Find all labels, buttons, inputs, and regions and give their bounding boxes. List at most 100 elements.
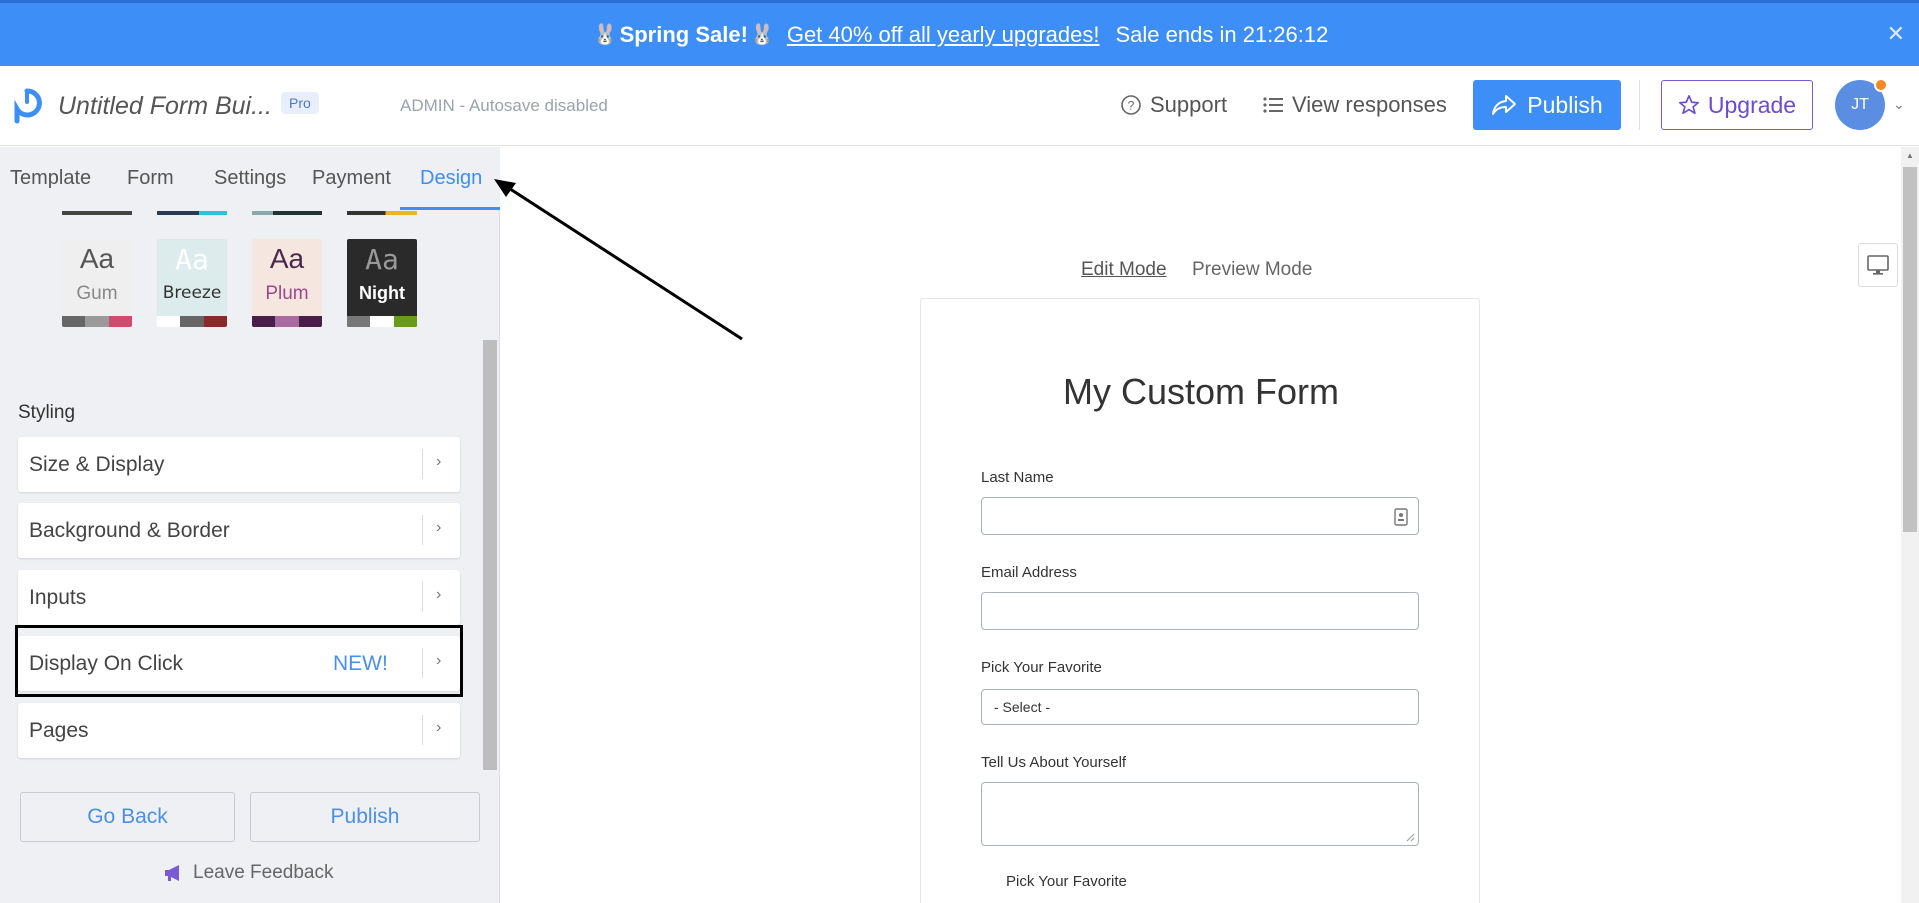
panel-scrollbar[interactable] [483, 340, 497, 770]
sale-upgrade-link[interactable]: Get 40% off all yearly upgrades! [787, 22, 1100, 48]
accordion-size-display[interactable]: Size & Display › [18, 437, 460, 492]
notification-dot [1874, 78, 1888, 92]
go-back-button[interactable]: Go Back [20, 792, 235, 842]
edit-mode-toggle[interactable]: Edit Mode [1081, 259, 1167, 281]
header-divider [1639, 80, 1640, 130]
form-heading[interactable]: My Custom Form [921, 371, 1481, 413]
theme-name: Breeze [162, 283, 222, 303]
theme-swatches [62, 316, 132, 327]
question-circle-icon: ? [1121, 95, 1141, 115]
list-icon [1263, 97, 1283, 113]
view-responses-label: View responses [1292, 92, 1447, 117]
chevron-right-icon: › [436, 453, 442, 470]
chevron-right-icon: › [436, 719, 442, 736]
field-label-favorite: Pick Your Favorite [981, 659, 1102, 676]
sale-countdown: Sale ends in 21:26:12 [1115, 21, 1329, 47]
app-header: Untitled Form Bui... Pro ADMIN - Autosav… [0, 66, 1919, 146]
megaphone-icon [165, 865, 179, 881]
publish-bottom-button[interactable]: Publish [250, 792, 480, 842]
styling-heading: Styling [18, 402, 76, 423]
chevron-right-icon: › [436, 586, 442, 603]
email-input[interactable] [981, 592, 1419, 630]
active-tab-indicator [400, 207, 500, 210]
theme-name: Gum [76, 283, 118, 304]
accordion-divider [422, 582, 423, 612]
builder-tabs: Template Form Settings Payment Design [0, 147, 500, 211]
tab-payment[interactable]: Payment [312, 167, 391, 190]
promo-banner: 🐰 Spring Sale! 🐰 Get 40% off all yearly … [0, 0, 1919, 66]
accordion-label: Size & Display [29, 452, 165, 476]
chevron-down-icon[interactable]: ⌄ [1893, 96, 1905, 113]
preview-mode-toggle[interactable]: Preview Mode [1192, 259, 1312, 281]
resize-grip-icon[interactable] [1405, 832, 1415, 842]
theme-swatches [252, 316, 322, 327]
annotation-highlight-box [15, 625, 463, 697]
field-label-about: Tell Us About Yourself [981, 754, 1127, 771]
field-label-email: Email Address [981, 564, 1077, 581]
theme-gallery: Aa Gum Aa Breeze Aa Plum Aa Night [0, 239, 500, 329]
theme-swatches [157, 316, 227, 327]
accordion-label: Pages [29, 718, 89, 742]
publish-label: Publish [1527, 91, 1603, 118]
autosave-status: ADMIN - Autosave disabled [400, 96, 608, 115]
last-name-input[interactable] [981, 497, 1419, 535]
tab-design[interactable]: Design [420, 167, 482, 190]
canvas-scrollbar[interactable]: ▲ [1901, 147, 1919, 903]
accordion-pages[interactable]: Pages › [18, 703, 460, 758]
theme-plum[interactable]: Aa Plum [252, 239, 322, 327]
theme-strip [157, 211, 227, 215]
accordion-divider [422, 715, 423, 745]
tab-settings[interactable]: Settings [214, 167, 286, 190]
view-responses-link[interactable]: View responses [1262, 92, 1447, 118]
theme-name: Night [359, 283, 405, 303]
about-textarea[interactable] [981, 782, 1419, 846]
theme-breeze[interactable]: Aa Breeze [157, 239, 227, 327]
contact-card-icon[interactable] [1394, 508, 1408, 526]
chevron-right-icon: › [436, 519, 442, 536]
upgrade-button[interactable]: Upgrade [1661, 80, 1813, 130]
publish-button[interactable]: Publish [1473, 80, 1621, 130]
theme-sample: Aa [365, 243, 399, 276]
accordion-background-border[interactable]: Background & Border › [18, 503, 460, 558]
accordion-label: Background & Border [29, 518, 230, 542]
close-banner-icon[interactable]: ✕ [1887, 21, 1905, 47]
pro-badge: Pro [281, 92, 319, 114]
bunny-icon: 🐰 [592, 24, 618, 46]
annotation-arrow [494, 179, 743, 341]
field-label-last-name: Last Name [981, 469, 1054, 486]
accordion-inputs[interactable]: Inputs › [18, 570, 460, 625]
theme-swatches [347, 316, 417, 327]
support-label: Support [1150, 92, 1228, 117]
app-logo-icon[interactable] [12, 88, 42, 124]
theme-name: Plum [265, 283, 309, 304]
theme-strip [62, 211, 132, 215]
bunny-icon: 🐰 [749, 24, 775, 46]
favorite-select[interactable]: - Select - [981, 689, 1419, 725]
star-icon [1678, 95, 1699, 115]
tab-form[interactable]: Form [127, 167, 174, 190]
desktop-preview-button[interactable] [1858, 243, 1898, 287]
scroll-up-icon[interactable]: ▲ [1906, 151, 1914, 160]
theme-sample: Aa [269, 243, 305, 274]
scrollbar-thumb[interactable] [1903, 167, 1917, 532]
leave-feedback-link[interactable]: Leave Feedback [163, 862, 334, 884]
svg-text:?: ? [1128, 99, 1135, 113]
theme-gum[interactable]: Aa Gum [62, 239, 132, 327]
support-link[interactable]: ? Support [1120, 92, 1227, 118]
accordion-divider [422, 449, 423, 479]
form-preview-card: My Custom Form Last Name Email Address P… [920, 298, 1480, 903]
accordion-label: Inputs [29, 585, 87, 609]
upgrade-label: Upgrade [1707, 91, 1797, 118]
share-icon [1492, 95, 1517, 115]
theme-strip [252, 211, 322, 215]
accordion-divider [422, 515, 423, 545]
leave-feedback-label: Leave Feedback [193, 862, 334, 883]
left-panel: Template Form Settings Payment Design Aa… [0, 147, 500, 903]
theme-night[interactable]: Aa Night [347, 239, 417, 327]
field-label-favorite-radio: Pick Your Favorite [1006, 873, 1127, 890]
theme-sample: Aa [175, 243, 209, 276]
tab-template[interactable]: Template [10, 167, 91, 190]
theme-sample: Aa [79, 243, 115, 274]
monitor-icon [1867, 255, 1889, 275]
form-title[interactable]: Untitled Form Bui... [58, 92, 272, 121]
